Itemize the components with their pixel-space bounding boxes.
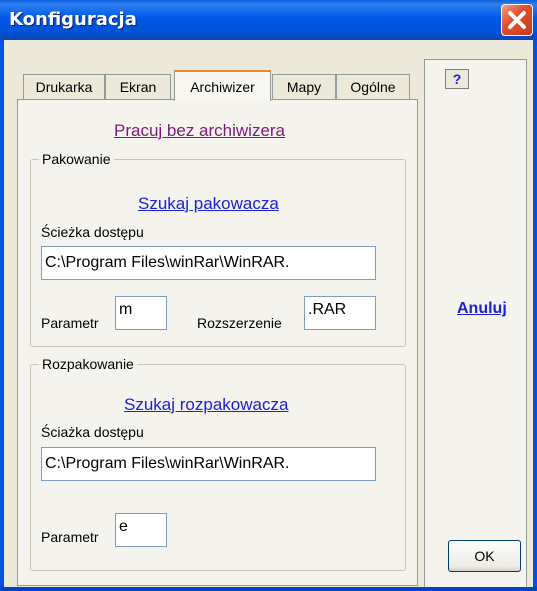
unpacking-param-label: Parametr [41,529,99,545]
window-bottom-border [0,587,537,591]
unpacking-path-label: Ściażka dostępu [41,424,144,440]
ok-button[interactable]: OK [448,540,521,572]
tab-drukarka[interactable]: Drukarka [23,74,105,99]
unpacking-legend: Rozpakowanie [39,356,137,372]
ok-button-label: OK [474,548,495,564]
packing-path-label: Ścieżka dostępu [41,224,144,240]
unpacking-group: Rozpakowanie Szukaj rozpakowacza Ściażka… [30,356,406,571]
tab-label: Mapy [286,79,322,95]
no-archiver-link[interactable]: Pracuj bez archiwizera [114,121,285,141]
tab-label: Archiwizer [190,78,255,95]
unpacking-path-input[interactable]: C:\Program Files\winRar\WinRAR. [41,447,376,481]
tab-label: Ogólne [350,79,396,95]
packing-legend: Pakowanie [39,151,114,167]
packing-path-input[interactable]: C:\Program Files\winRar\WinRAR. [41,246,376,280]
find-unpacker-link[interactable]: Szukaj rozpakowacza [124,395,288,415]
title-bar[interactable]: Konfiguracja [0,0,537,40]
packing-group: Pakowanie Szukaj pakowacza Ścieżka dostę… [30,151,406,347]
find-packer-link[interactable]: Szukaj pakowacza [138,194,279,214]
tab-label: Drukarka [35,79,93,95]
unpacking-param-input[interactable]: e [115,513,167,547]
dialog-client-area: Drukarka Ekran Archiwizer Mapy Ogólne Pr… [4,40,533,591]
question-mark-icon: ? [452,71,462,87]
help-button[interactable]: ? [445,69,469,89]
close-icon [508,11,526,29]
packing-param-input[interactable]: m [115,296,167,330]
side-button-panel [424,59,527,591]
tab-label: Ekran [119,79,157,95]
tab-archiwizer[interactable]: Archiwizer [174,70,271,101]
tab-ekran[interactable]: Ekran [105,74,171,99]
tab-ogolne[interactable]: Ogólne [336,74,410,99]
cancel-link[interactable]: Anuluj [457,300,507,318]
config-window: Konfiguracja Drukarka Ekran Archiwizer M… [0,0,537,591]
tab-mapy[interactable]: Mapy [272,74,336,99]
packing-param-label: Parametr [41,315,99,331]
archiwizer-panel: Pracuj bez archiwizera Pakowanie Szukaj … [17,99,418,586]
window-title: Konfiguracja [9,9,137,30]
close-button[interactable] [501,4,533,36]
packing-ext-input[interactable]: .RAR [304,296,376,330]
packing-ext-label: Rozszerzenie [197,315,282,331]
